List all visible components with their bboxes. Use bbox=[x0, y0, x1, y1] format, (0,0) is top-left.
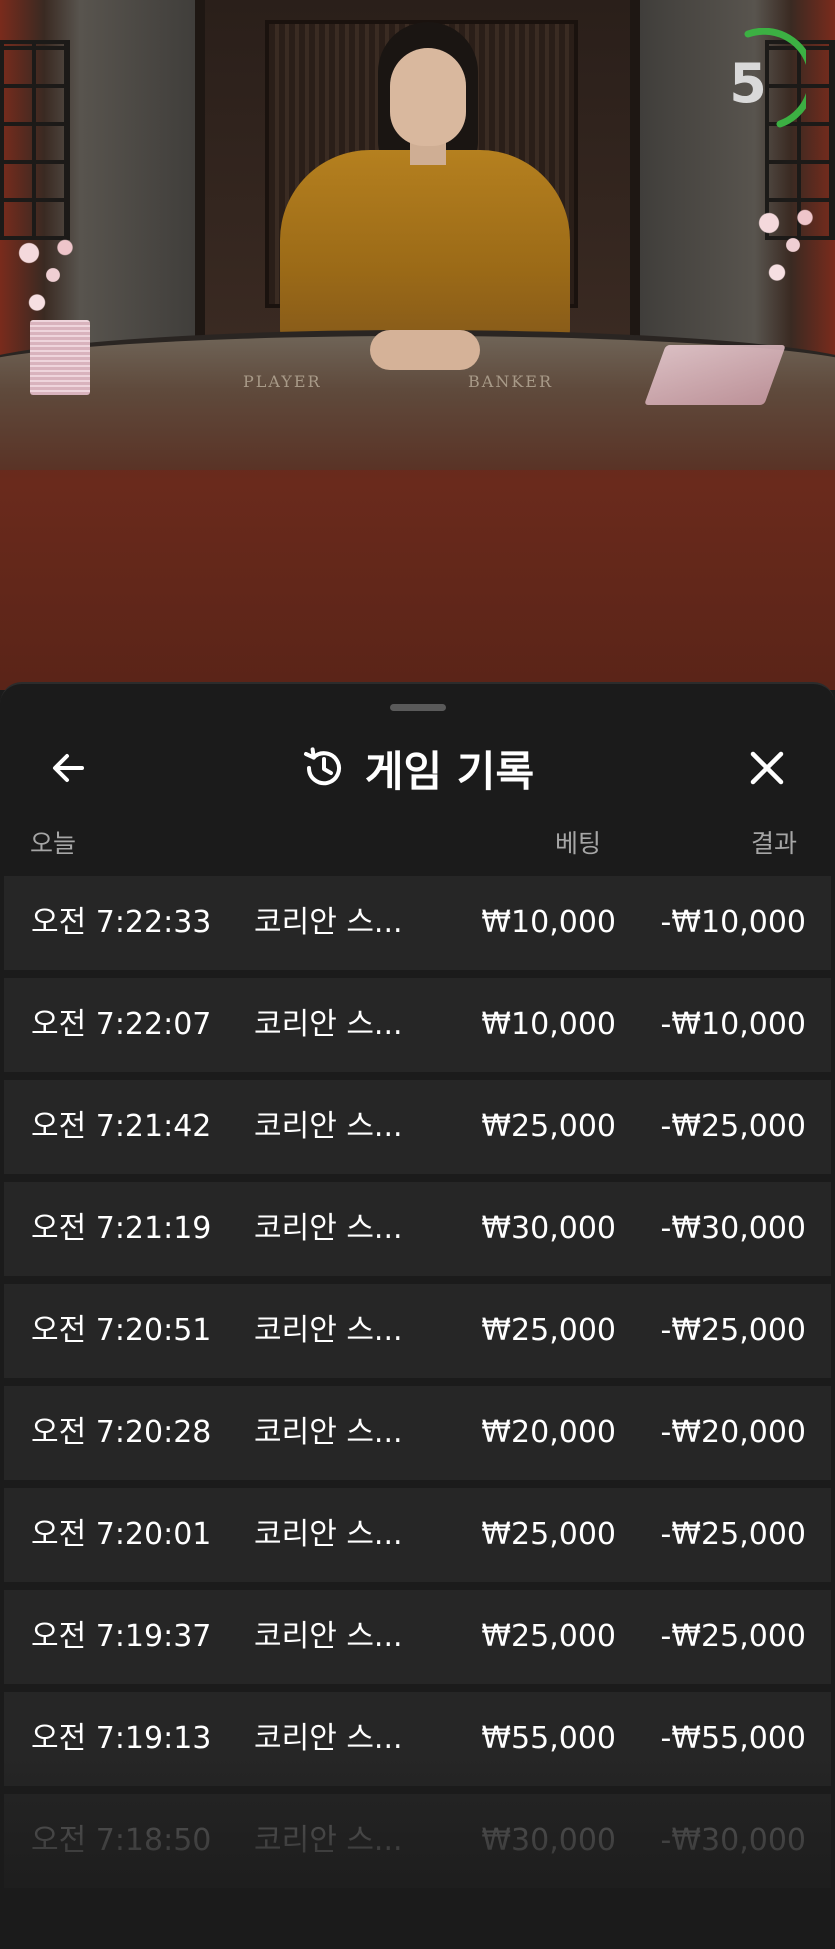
date-header: 오늘 bbox=[30, 829, 77, 858]
row-result: -₩55,000 bbox=[660, 1721, 806, 1756]
row-time: 오전 7:20:51 bbox=[31, 1313, 212, 1348]
history-row[interactable]: 오전 7:20:28 코리안 스... ₩20,000 -₩20,000 bbox=[4, 1386, 831, 1480]
dealer-body bbox=[280, 150, 570, 350]
drag-handle[interactable] bbox=[390, 704, 446, 711]
row-game: 코리안 스... bbox=[254, 1211, 403, 1246]
row-time: 오전 7:21:19 bbox=[31, 1211, 212, 1246]
row-bet: ₩25,000 bbox=[481, 1517, 616, 1552]
row-result: -₩25,000 bbox=[660, 1619, 806, 1654]
history-row[interactable]: 오전 7:20:01 코리안 스... ₩25,000 -₩25,000 bbox=[4, 1488, 831, 1582]
row-game: 코리안 스... bbox=[254, 1517, 403, 1552]
close-button[interactable] bbox=[735, 736, 799, 800]
row-result: -₩20,000 bbox=[660, 1415, 806, 1450]
row-bet: ₩25,000 bbox=[481, 1619, 616, 1654]
page-title: 게임 기록 bbox=[364, 746, 535, 796]
row-game: 코리안 스... bbox=[254, 1007, 403, 1042]
result-column-header: 결과 bbox=[751, 829, 798, 858]
row-time: 오전 7:22:07 bbox=[31, 1007, 212, 1042]
sheet-header: 게임 기록 bbox=[0, 736, 835, 800]
row-game: 코리안 스... bbox=[254, 1313, 403, 1348]
close-icon bbox=[750, 751, 784, 785]
row-result: -₩30,000 bbox=[660, 1823, 806, 1858]
history-row[interactable]: 오전 7:21:19 코리안 스... ₩30,000 -₩30,000 bbox=[4, 1182, 831, 1276]
bet-column-header: 베팅 bbox=[555, 829, 602, 858]
row-time: 오전 7:22:33 bbox=[31, 905, 212, 940]
history-row[interactable]: 오전 7:19:13 코리안 스... ₩55,000 -₩55,000 bbox=[4, 1692, 831, 1786]
row-result: -₩25,000 bbox=[660, 1517, 806, 1552]
row-game: 코리안 스... bbox=[254, 1823, 403, 1858]
row-bet: ₩25,000 bbox=[481, 1109, 616, 1144]
row-game: 코리안 스... bbox=[254, 905, 403, 940]
live-video: PLAYER BANKER 5 bbox=[0, 0, 835, 690]
row-time: 오전 7:19:37 bbox=[31, 1619, 212, 1654]
row-time: 오전 7:18:50 bbox=[31, 1823, 212, 1858]
row-game: 코리안 스... bbox=[254, 1109, 403, 1144]
row-result: -₩25,000 bbox=[660, 1109, 806, 1144]
row-bet: ₩55,000 bbox=[481, 1721, 616, 1756]
card-stack bbox=[30, 320, 90, 395]
row-time: 오전 7:21:42 bbox=[31, 1109, 212, 1144]
dealer-hands bbox=[370, 330, 480, 370]
row-bet: ₩30,000 bbox=[481, 1823, 616, 1858]
card-shoe bbox=[644, 345, 786, 405]
history-row[interactable]: 오전 7:22:07 코리안 스... ₩10,000 -₩10,000 bbox=[4, 978, 831, 1072]
table-label-player: PLAYER bbox=[243, 372, 322, 391]
row-bet: ₩30,000 bbox=[481, 1211, 616, 1246]
row-game: 코리안 스... bbox=[254, 1619, 403, 1654]
blossom-left bbox=[5, 220, 85, 330]
row-result: -₩30,000 bbox=[660, 1211, 806, 1246]
history-row[interactable]: 오전 7:22:33 코리안 스... ₩10,000 -₩10,000 bbox=[4, 876, 831, 970]
row-bet: ₩20,000 bbox=[481, 1415, 616, 1450]
game-history-sheet: 게임 기록 오늘 베팅 결과 오전 7:22:33 코리안 스... ₩10,0… bbox=[0, 682, 835, 1949]
row-bet: ₩10,000 bbox=[481, 905, 616, 940]
table-label-banker: BANKER bbox=[468, 372, 553, 391]
row-bet: ₩10,000 bbox=[481, 1007, 616, 1042]
row-time: 오전 7:20:01 bbox=[31, 1517, 212, 1552]
row-result: -₩10,000 bbox=[660, 905, 806, 940]
history-row[interactable]: 오전 7:18:50 코리안 스... ₩30,000 -₩30,000 bbox=[4, 1794, 831, 1888]
row-time: 오전 7:20:28 bbox=[31, 1415, 212, 1450]
history-row[interactable]: 오전 7:21:42 코리안 스... ₩25,000 -₩25,000 bbox=[4, 1080, 831, 1174]
row-bet: ₩25,000 bbox=[481, 1313, 616, 1348]
lattice-left bbox=[0, 40, 70, 240]
row-game: 코리안 스... bbox=[254, 1415, 403, 1450]
row-result: -₩25,000 bbox=[660, 1313, 806, 1348]
history-icon bbox=[303, 747, 341, 786]
row-time: 오전 7:19:13 bbox=[31, 1721, 212, 1756]
row-result: -₩10,000 bbox=[660, 1007, 806, 1042]
countdown-timer: 5 bbox=[729, 52, 767, 115]
blossom-right bbox=[745, 190, 825, 300]
row-game: 코리안 스... bbox=[254, 1721, 403, 1756]
dealer-face bbox=[390, 48, 466, 146]
history-row[interactable]: 오전 7:19:37 코리안 스... ₩25,000 -₩25,000 bbox=[4, 1590, 831, 1684]
history-row[interactable]: 오전 7:20:51 코리안 스... ₩25,000 -₩25,000 bbox=[4, 1284, 831, 1378]
